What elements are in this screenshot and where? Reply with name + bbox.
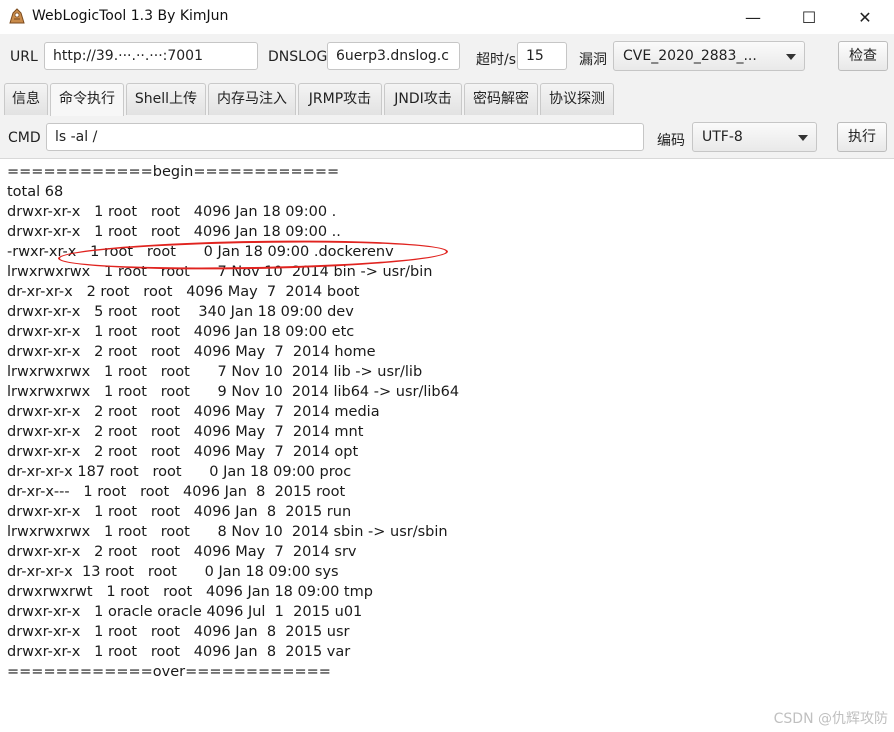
output-area[interactable]: ============begin============ total 68 d… (0, 159, 894, 732)
output-line: lrwxrwxrwx 1 root root 7 Nov 10 2014 lib… (7, 364, 423, 380)
maximize-icon: ☐ (801, 7, 817, 27)
title-bar: WebLogicTool 1.3 By KimJun — ☐ ✕ (0, 0, 894, 34)
output-line: drwxr-xr-x 2 root root 4096 May 7 2014 s… (7, 544, 357, 560)
vuln-selected-value: CVE_2020_2883_... (623, 48, 757, 64)
maximize-button[interactable]: ☐ (786, 0, 832, 34)
output-line: drwxr-xr-x 2 root root 4096 May 7 2014 m… (7, 424, 364, 440)
output-line: dr-xr-x--- 1 root root 4096 Jan 8 2015 r… (7, 484, 346, 500)
dnslog-input[interactable]: 6uerp3.dnslog.c (327, 42, 460, 70)
output-line: total 68 (7, 184, 64, 200)
output-line: drwxr-xr-x 1 oracle oracle 4096 Jul 1 20… (7, 604, 363, 620)
url-label: URL (10, 49, 38, 65)
tab-memshell-inject[interactable]: 内存马注入 (208, 83, 296, 115)
output-line: dr-xr-xr-x 2 root root 4096 May 7 2014 b… (7, 284, 360, 300)
window-title: WebLogicTool 1.3 By KimJun (32, 8, 229, 24)
cmd-input[interactable]: ls -al / (46, 123, 644, 151)
chevron-down-icon (786, 54, 796, 60)
tab-jndi-attack[interactable]: JNDI攻击 (384, 83, 462, 115)
encoding-label: 编码 (657, 133, 685, 149)
output-line: drwxr-xr-x 2 root root 4096 May 7 2014 h… (7, 344, 376, 360)
output-line: drwxr-xr-x 2 root root 4096 May 7 2014 m… (7, 404, 380, 420)
check-button[interactable]: 检查 (838, 41, 888, 71)
watermark: CSDN @仇辉攻防 (773, 711, 888, 727)
tab-bar: 信息 命令执行 Shell上传 内存马注入 JRMP攻击 JNDI攻击 密码解密… (0, 80, 894, 116)
output-line: drwxr-xr-x 1 root root 4096 Jan 8 2015 v… (7, 644, 351, 660)
execute-button[interactable]: 执行 (837, 122, 887, 152)
output-line: ============begin============ (7, 164, 340, 180)
output-line: drwxr-xr-x 1 root root 4096 Jan 8 2015 r… (7, 504, 352, 520)
command-bar: CMD ls -al / 编码 UTF-8 执行 (0, 116, 894, 159)
output-line: drwxr-xr-x 1 root root 4096 Jan 18 09:00… (7, 324, 355, 340)
minimize-button[interactable]: — (730, 0, 776, 34)
output-line: lrwxrwxrwx 1 root root 9 Nov 10 2014 lib… (7, 384, 460, 400)
app-icon (9, 8, 25, 24)
tab-jrmp-attack[interactable]: JRMP攻击 (298, 83, 382, 115)
output-line: drwxrwxrwt 1 root root 4096 Jan 18 09:00… (7, 584, 373, 600)
vuln-select[interactable]: CVE_2020_2883_... (613, 41, 805, 71)
timeout-input[interactable]: 15 (517, 42, 567, 70)
target-toolbar: URL http://39.···.··.···:7001 DNSLOG 6ue… (0, 34, 894, 81)
tab-protocol-detect[interactable]: 协议探测 (540, 83, 614, 115)
output-line: drwxr-xr-x 5 root root 340 Jan 18 09:00 … (7, 304, 354, 320)
tab-command-exec[interactable]: 命令执行 (50, 83, 124, 116)
minimize-icon: — (745, 7, 761, 27)
output-line: lrwxrwxrwx 1 root root 7 Nov 10 2014 bin… (7, 264, 433, 280)
encoding-selected-value: UTF-8 (702, 129, 743, 145)
tab-shell-upload[interactable]: Shell上传 (126, 83, 206, 115)
output-line: drwxr-xr-x 2 root root 4096 May 7 2014 o… (7, 444, 359, 460)
close-button[interactable]: ✕ (842, 0, 888, 34)
output-line: -rwxr-xr-x 1 root root 0 Jan 18 09:00 .d… (7, 244, 394, 260)
encoding-select[interactable]: UTF-8 (692, 122, 817, 152)
output-line: lrwxrwxrwx 1 root root 8 Nov 10 2014 sbi… (7, 524, 448, 540)
vuln-label: 漏洞 (579, 52, 607, 68)
url-input[interactable]: http://39.···.··.···:7001 (44, 42, 258, 70)
output-line: dr-xr-xr-x 13 root root 0 Jan 18 09:00 s… (7, 564, 339, 580)
output-line: drwxr-xr-x 1 root root 4096 Jan 8 2015 u… (7, 624, 350, 640)
cmd-label: CMD (8, 130, 41, 146)
dnslog-label: DNSLOG (268, 49, 327, 65)
timeout-label: 超时/s (476, 52, 516, 68)
close-icon: ✕ (858, 7, 872, 27)
chevron-down-icon (798, 135, 808, 141)
tab-password-decrypt[interactable]: 密码解密 (464, 83, 538, 115)
output-line: drwxr-xr-x 1 root root 4096 Jan 18 09:00… (7, 204, 337, 220)
output-line: dr-xr-xr-x 187 root root 0 Jan 18 09:00 … (7, 464, 352, 480)
tab-info[interactable]: 信息 (4, 83, 48, 115)
output-line: ============over============ (7, 664, 331, 680)
output-line: drwxr-xr-x 1 root root 4096 Jan 18 09:00… (7, 224, 341, 240)
